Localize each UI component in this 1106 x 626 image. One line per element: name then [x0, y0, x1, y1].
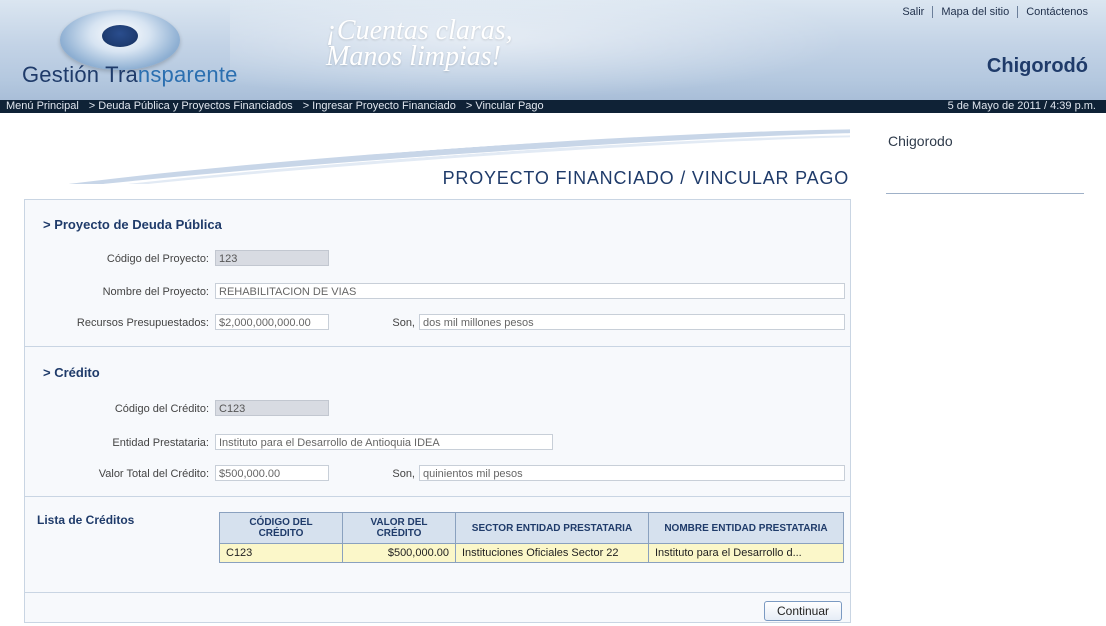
site-header: Gestión Transparente ¡Cuentas claras, Ma…: [0, 0, 1106, 100]
codigo-credito-field[interactable]: C123: [215, 400, 329, 416]
table-row[interactable]: C123 $500,000.00 Instituciones Oficiales…: [219, 543, 844, 563]
col-sector[interactable]: SECTOR ENTIDAD PRESTATARIA: [455, 512, 649, 544]
col-nombre[interactable]: NOMBRE ENTIDAD PRESTATARIA: [648, 512, 844, 544]
municipality-name: Chigorodó: [986, 55, 1088, 77]
lista-creditos-label: Lista de Créditos: [37, 513, 135, 527]
codigo-proyecto-label: Código del Proyecto:: [106, 253, 209, 265]
entidad-label: Entidad Prestataria:: [112, 437, 209, 449]
entidad-field[interactable]: Instituto para el Desarrollo de Antioqui…: [215, 434, 553, 450]
son-credito-field[interactable]: quinientos mil pesos: [419, 465, 845, 481]
datetime: 5 de Mayo de 2011 / 4:39 p.m.: [947, 100, 1096, 112]
codigo-proyecto-field[interactable]: 123: [215, 250, 329, 266]
logout-link[interactable]: Salir: [894, 6, 932, 18]
recursos-field[interactable]: $2,000,000,000.00: [215, 314, 329, 330]
nombre-proyecto-label: Nombre del Proyecto:: [102, 286, 209, 298]
section-proyecto-heading: > Proyecto de Deuda Pública: [43, 217, 222, 232]
brand-part2: nsparente: [137, 62, 238, 87]
breadcrumb-vincular-pago: > Vincular Pago: [465, 100, 544, 112]
cell-nombre: Instituto para el Desarrollo d...: [648, 543, 844, 563]
top-links: Salir Mapa del sitio Contáctenos: [894, 6, 1096, 18]
breadcrumb: Menú Principal > Deuda Pública y Proyect…: [0, 100, 1106, 113]
codigo-credito-label: Código del Crédito:: [114, 403, 209, 415]
separator-1: [25, 346, 850, 347]
breadcrumb-ingresar-proyecto[interactable]: > Ingresar Proyecto Financiado: [303, 100, 456, 113]
valor-credito-field[interactable]: $500,000.00: [215, 465, 329, 481]
logo-icon: [60, 10, 180, 70]
continue-button[interactable]: Continuar: [764, 601, 842, 621]
recursos-label: Recursos Presupuestados:: [76, 317, 209, 329]
slogan: ¡Cuentas claras, Manos limpias!: [326, 17, 513, 72]
son-proyecto-field[interactable]: dos mil millones pesos: [419, 314, 845, 330]
breadcrumb-deuda-publica[interactable]: > Deuda Pública y Proyectos Financiados: [89, 100, 293, 113]
separator-2: [25, 496, 850, 497]
creditos-table-wrap: CÓDIGO DEL CRÉDITO VALOR DEL CRÉDITO SEC…: [219, 512, 844, 563]
breadcrumb-menu-principal[interactable]: Menú Principal: [6, 100, 79, 113]
separator-3: [25, 592, 850, 593]
sidebar-title: Chigorodo: [888, 133, 953, 149]
slogan-line2: Manos limpias!: [326, 41, 501, 72]
valor-credito-label: Valor Total del Crédito:: [98, 468, 209, 480]
col-codigo[interactable]: CÓDIGO DEL CRÉDITO: [219, 512, 343, 544]
cell-codigo: C123: [219, 543, 343, 563]
nombre-proyecto-field[interactable]: REHABILITACION DE VIAS: [215, 283, 845, 299]
cell-valor: $500,000.00: [342, 543, 456, 563]
main-panel: > Proyecto de Deuda Pública Código del P…: [24, 199, 851, 623]
contact-link[interactable]: Contáctenos: [1017, 6, 1096, 18]
section-credito-heading: > Crédito: [43, 365, 100, 380]
cell-sector: Instituciones Oficiales Sector 22: [455, 543, 649, 563]
son-credito-label: Son,: [392, 468, 415, 480]
header-swoosh: [230, 0, 850, 100]
sitemap-link[interactable]: Mapa del sitio: [932, 6, 1017, 18]
col-valor[interactable]: VALOR DEL CRÉDITO: [342, 512, 456, 544]
page-title: PROYECTO FINANCIADO / VINCULAR PAGO: [442, 168, 849, 188]
brand-title: Gestión Transparente: [22, 62, 238, 88]
sidebar-divider: [886, 193, 1084, 194]
son-proyecto-label: Son,: [392, 317, 415, 329]
brand-part1: Gestión Tra: [22, 62, 138, 87]
creditos-table: CÓDIGO DEL CRÉDITO VALOR DEL CRÉDITO SEC…: [219, 512, 844, 563]
